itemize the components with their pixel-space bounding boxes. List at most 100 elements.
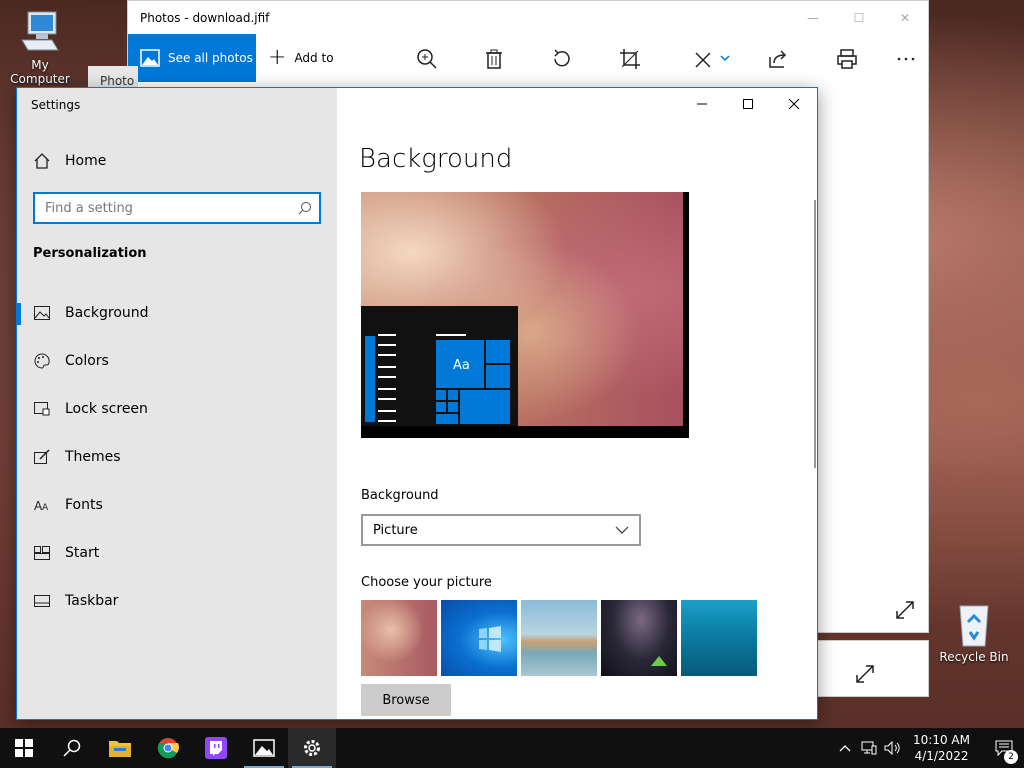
taskbar-search-button[interactable]	[48, 728, 96, 768]
photos-taskbar-tab[interactable]: Photo	[88, 66, 138, 88]
see-all-photos-button[interactable]: See all photos	[128, 34, 256, 82]
close-button[interactable]	[771, 88, 817, 120]
rotate-icon[interactable]	[551, 48, 573, 70]
search-box[interactable]	[33, 192, 321, 224]
picture-thumbnails	[361, 600, 757, 676]
themes-icon	[33, 448, 51, 466]
tray-chevron-up-icon[interactable]	[833, 744, 857, 752]
chrome-icon	[157, 738, 179, 759]
desktop-icon-label: My Computer	[10, 58, 70, 86]
home-icon	[33, 152, 51, 170]
sidebar-item-fonts[interactable]: AA Fonts	[17, 485, 337, 525]
system-tray: 10:10 AM 4/1/2022 2	[833, 732, 1024, 764]
windows-start-icon	[15, 739, 33, 757]
gear-icon	[304, 740, 320, 756]
svg-text:A: A	[42, 503, 49, 512]
my-computer-desktop-icon[interactable]: My Computer	[0, 10, 80, 86]
maximize-button[interactable]: ☐	[836, 11, 882, 25]
window-controls	[679, 88, 817, 120]
sidebar-item-themes[interactable]: Themes	[17, 437, 337, 477]
chevron-down-icon	[615, 526, 629, 534]
sidebar-item-home[interactable]: Home	[17, 141, 337, 181]
taskbar-icon	[33, 592, 51, 610]
background-type-dropdown[interactable]: Picture	[361, 514, 641, 546]
fullscreen-icon[interactable]	[894, 599, 916, 621]
sidebar-item-start[interactable]: Start	[17, 533, 337, 573]
minimize-button[interactable]	[679, 88, 725, 120]
background-preview: Aa	[361, 192, 689, 438]
search-input[interactable]	[35, 194, 291, 222]
photos-icon	[253, 739, 275, 757]
twitch-icon	[205, 737, 227, 759]
picture-thumbnail[interactable]	[681, 600, 757, 676]
system-clock[interactable]: 10:10 AM 4/1/2022	[913, 732, 970, 764]
settings-taskbar-button[interactable]	[288, 728, 336, 768]
notification-badge: 2	[1004, 750, 1018, 764]
maximize-icon	[743, 99, 753, 109]
more-icon[interactable]	[895, 48, 917, 70]
clock-date: 4/1/2022	[914, 749, 969, 763]
network-icon[interactable]	[857, 741, 881, 755]
start-button[interactable]	[0, 728, 48, 768]
section-heading: Personalization	[33, 246, 147, 261]
sidebar-item-label: Background	[65, 305, 149, 321]
picture-thumbnail[interactable]	[361, 600, 437, 676]
delete-icon[interactable]	[483, 48, 505, 70]
settings-window-title: Settings	[31, 98, 81, 112]
browse-button[interactable]: Browse	[361, 684, 451, 716]
action-center-button[interactable]: 2	[984, 740, 1024, 764]
settings-window: Settings Home Personalization Background	[16, 87, 818, 720]
sidebar-item-label: Start	[65, 545, 100, 561]
picture-thumbnail[interactable]	[601, 600, 677, 676]
twitch-button[interactable]	[192, 728, 240, 768]
zoom-icon[interactable]	[416, 48, 438, 70]
scrollbar[interactable]	[814, 200, 816, 468]
sidebar-item-background[interactable]: Background	[17, 293, 337, 333]
photos-toolbar: See all photos + Add to	[128, 34, 928, 82]
computer-icon	[21, 11, 59, 51]
clock-time: 10:10 AM	[913, 733, 970, 747]
maximize-button[interactable]	[725, 88, 771, 120]
add-to-button[interactable]: + Add to	[268, 47, 334, 69]
crop-icon[interactable]	[619, 48, 641, 70]
minimize-button[interactable]: —	[790, 11, 836, 25]
photos-window-title: Photos - download.jfif	[140, 10, 270, 25]
start-icon	[33, 544, 51, 562]
picture-thumbnail[interactable]	[441, 600, 517, 676]
choose-picture-label: Choose your picture	[361, 575, 492, 590]
close-icon	[788, 98, 800, 110]
background-field-label: Background	[361, 488, 439, 503]
page-title: Background	[359, 144, 513, 174]
tent-icon	[651, 656, 667, 666]
desktop-icon-label: Recycle Bin	[939, 650, 1009, 664]
print-icon[interactable]	[836, 48, 858, 70]
sidebar-item-colors[interactable]: Colors	[17, 341, 337, 381]
file-explorer-button[interactable]	[96, 728, 144, 768]
volume-icon[interactable]	[881, 741, 905, 755]
close-button[interactable]: ✕	[882, 11, 928, 25]
sidebar-item-lock-screen[interactable]: Lock screen	[17, 389, 337, 429]
minimize-icon	[697, 103, 707, 105]
sidebar-item-taskbar[interactable]: Taskbar	[17, 581, 337, 621]
chrome-button[interactable]	[144, 728, 192, 768]
gallery-icon	[140, 49, 160, 67]
fonts-icon: AA	[33, 496, 51, 514]
taskbar: 10:10 AM 4/1/2022 2	[0, 728, 1024, 768]
photos-titlebar[interactable]: Photos - download.jfif — ☐ ✕	[128, 1, 928, 34]
recycle-bin-desktop-icon[interactable]: Recycle Bin	[934, 602, 1014, 664]
fullscreen-icon[interactable]	[854, 663, 876, 685]
dropdown-value: Picture	[373, 522, 418, 538]
photos-window-secondary	[817, 640, 929, 697]
share-icon[interactable]	[767, 48, 789, 70]
folder-icon	[109, 741, 131, 757]
see-all-photos-label: See all photos	[168, 51, 253, 65]
photos-tab-label: Photo	[100, 74, 135, 88]
edit-icon[interactable]	[693, 48, 715, 70]
photos-taskbar-button[interactable]	[240, 728, 288, 768]
lock-screen-icon	[33, 400, 51, 418]
windows-logo-icon	[479, 626, 501, 652]
chevron-down-icon[interactable]	[719, 48, 731, 70]
search-icon[interactable]	[291, 201, 319, 215]
picture-thumbnail[interactable]	[521, 600, 597, 676]
add-to-label: Add to	[294, 51, 334, 65]
